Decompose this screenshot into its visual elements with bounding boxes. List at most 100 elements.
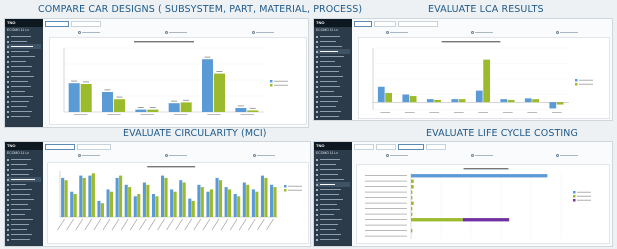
- bar: [255, 191, 259, 217]
- tab[interactable]: [77, 144, 111, 150]
- sidebar-item-icon: [7, 238, 9, 241]
- tick-label: [120, 218, 129, 231]
- tab-active[interactable]: [354, 21, 372, 27]
- tick-label: [478, 112, 489, 113]
- radio-option[interactable]: [165, 153, 188, 157]
- sidebar-item[interactable]: [7, 114, 41, 119]
- tab[interactable]: [376, 144, 396, 150]
- tick-label: [111, 218, 120, 231]
- sidebar-item-icon: [7, 115, 9, 118]
- tick-label: [404, 112, 415, 113]
- radio-label: [474, 154, 493, 156]
- tick-label: [380, 112, 391, 113]
- sidebar-item-label: [319, 218, 342, 221]
- radio-label: [257, 154, 276, 156]
- sidebar-item-label: [319, 35, 340, 38]
- bar: [214, 73, 226, 112]
- legend-label: [288, 189, 302, 191]
- tab-active[interactable]: [45, 144, 75, 150]
- radio-option[interactable]: [253, 153, 276, 157]
- sidebar-item-label: [319, 95, 342, 98]
- bar: [242, 182, 246, 217]
- sidebar-item-label: [10, 208, 31, 211]
- data-label: [171, 100, 178, 102]
- bar: [197, 184, 201, 217]
- sidebar-item[interactable]: [316, 237, 350, 242]
- bar: [100, 203, 104, 217]
- tab-active[interactable]: [398, 144, 424, 150]
- chart-panel: [358, 37, 610, 119]
- legend-swatch: [573, 195, 576, 198]
- bar: [109, 191, 114, 217]
- sidebar-item-icon: [7, 40, 9, 43]
- sidebar-item-icon: [316, 188, 318, 191]
- sidebar-item-icon: [316, 238, 318, 241]
- sidebar-item-label: [10, 173, 29, 176]
- bar: [173, 191, 177, 217]
- bar: [458, 99, 466, 103]
- tick-label: [453, 112, 464, 113]
- tab-active[interactable]: [45, 21, 69, 27]
- sidebar-item-icon: [7, 45, 9, 48]
- sidebar-item-label: [319, 75, 343, 78]
- bar: [411, 218, 463, 222]
- bar: [411, 190, 413, 194]
- tick-label: [551, 112, 562, 113]
- bar: [483, 59, 491, 103]
- sidebar-item[interactable]: [316, 114, 350, 119]
- radio-option[interactable]: [385, 30, 408, 34]
- bar: [209, 189, 213, 217]
- sidebar-item-label: [319, 90, 334, 93]
- sidebar-item-icon: [316, 105, 318, 108]
- bar: [102, 92, 114, 112]
- bar: [164, 177, 168, 217]
- radio-option[interactable]: [470, 30, 493, 34]
- tick-label: [207, 114, 221, 115]
- tab[interactable]: [71, 21, 101, 27]
- bar: [146, 184, 150, 217]
- tab[interactable]: [426, 144, 446, 150]
- data-label: [137, 107, 144, 108]
- tab[interactable]: [354, 144, 374, 150]
- radio-option[interactable]: [164, 30, 187, 34]
- sidebar-item-label: [319, 193, 339, 196]
- radio-option[interactable]: [556, 30, 579, 34]
- chart-title: [441, 41, 501, 43]
- brand-logo: TNO: [5, 19, 43, 27]
- sidebar-item-icon: [7, 100, 9, 103]
- tab[interactable]: [398, 21, 438, 27]
- radio-option[interactable]: [77, 153, 100, 157]
- radio-label: [389, 154, 408, 156]
- radio-label: [81, 31, 100, 33]
- radio-circle-icon: [164, 30, 168, 34]
- radio-option[interactable]: [385, 153, 408, 157]
- bar: [114, 99, 126, 112]
- radio-option[interactable]: [556, 153, 579, 157]
- bar: [115, 177, 119, 217]
- data-label: [183, 99, 190, 101]
- bar: [451, 99, 459, 103]
- sidebar-item-icon: [7, 198, 9, 201]
- tick-label: [138, 218, 147, 231]
- tick-label: [211, 218, 220, 231]
- sidebar-item[interactable]: [7, 237, 41, 242]
- radio-label: [560, 31, 579, 33]
- bar: [426, 99, 434, 103]
- tab[interactable]: [374, 21, 396, 27]
- radio-option[interactable]: [251, 30, 274, 34]
- legend-swatch: [575, 83, 578, 86]
- sidebar-item-label: [10, 80, 28, 83]
- sidebar-item-icon: [7, 50, 9, 53]
- bar: [260, 175, 265, 217]
- chart-lca-results: [372, 41, 593, 113]
- sidebar-item-label: [10, 213, 25, 216]
- chart-title: [147, 166, 196, 168]
- tick-label: [74, 114, 88, 115]
- radio-circle-icon: [556, 153, 560, 157]
- radio-option[interactable]: [470, 153, 493, 157]
- tick-label: [174, 114, 188, 115]
- bar: [119, 175, 123, 217]
- bar: [182, 182, 186, 217]
- radio-option[interactable]: [77, 30, 100, 34]
- bar: [228, 189, 232, 217]
